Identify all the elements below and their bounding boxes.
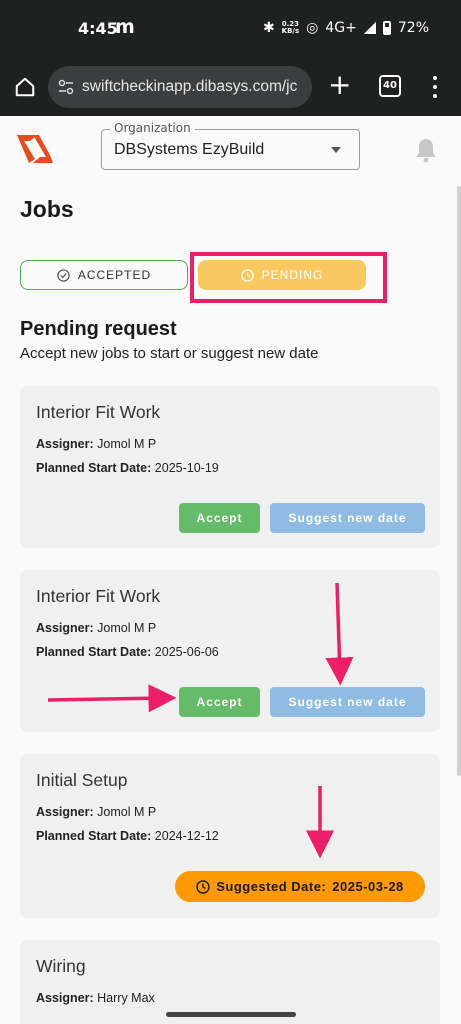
notification-app-icon: m: [115, 16, 135, 38]
scrollbar[interactable]: [457, 186, 461, 776]
url-text: swiftcheckinapp.dibasys.com/jc: [82, 78, 298, 95]
signal-icon: [363, 22, 376, 34]
suggested-date-label: Suggested Date:: [216, 879, 327, 894]
browser-toolbar: swiftcheckinapp.dibasys.com/jc + 40: [0, 58, 461, 116]
bluetooth-icon: ✱: [262, 20, 275, 36]
dropdown-arrow-icon: [331, 147, 341, 153]
home-icon[interactable]: [14, 76, 36, 98]
accept-button[interactable]: Accept: [179, 687, 260, 717]
planned-label: Planned Start Date:: [36, 829, 152, 843]
job-card: Interior Fit Work Assigner: Jomol M P Pl…: [20, 386, 440, 548]
address-bar[interactable]: swiftcheckinapp.dibasys.com/jc: [48, 66, 312, 108]
site-settings-icon[interactable]: [58, 79, 74, 95]
planned-value: 2025-10-19: [154, 461, 219, 475]
clock-icon: [196, 879, 210, 894]
suggested-date-badge: Suggested Date: 2025-03-28: [175, 871, 425, 902]
job-assigner: Assigner: Harry Max: [36, 991, 155, 1005]
network-speed: 0.23 KB/s: [282, 21, 299, 35]
planned-value: 2024-12-12: [154, 829, 219, 843]
organization-value: DBSystems EzyBuild: [114, 141, 265, 158]
suggest-date-button[interactable]: Suggest new date: [270, 503, 425, 533]
job-card: Interior Fit Work Assigner: Jomol M P Pl…: [20, 570, 440, 732]
tab-switcher-button[interactable]: 40: [379, 75, 401, 97]
gesture-bar[interactable]: [166, 1012, 296, 1017]
assigner-label: Assigner:: [36, 805, 94, 819]
planned-value: 2025-06-06: [154, 645, 219, 659]
planned-label: Planned Start Date:: [36, 461, 152, 475]
planned-label: Planned Start Date:: [36, 645, 152, 659]
job-assigner: Assigner: Jomol M P: [36, 437, 156, 451]
assigner-value: Jomol M P: [97, 805, 157, 819]
job-title: Interior Fit Work: [36, 402, 161, 422]
menu-icon[interactable]: [432, 76, 438, 98]
check-circle-icon: [57, 268, 70, 282]
assigner-value: Jomol M P: [97, 437, 157, 451]
job-assigner: Assigner: Jomol M P: [36, 805, 156, 819]
job-planned-date: Planned Start Date: 2025-10-19: [36, 461, 219, 475]
status-icons: ✱ 0.23 KB/s ◎ 4G+ 72%: [263, 20, 429, 36]
job-card: Initial Setup Assigner: Jomol M P Planne…: [20, 754, 440, 918]
app-logo: [17, 135, 53, 163]
assigner-value: Jomol M P: [97, 621, 157, 635]
battery-icon: [382, 21, 391, 35]
network-speed-unit: KB/s: [281, 27, 300, 35]
suggested-date-value: 2025-03-28: [332, 879, 404, 894]
status-time: 4:45: [78, 19, 118, 38]
assigner-label: Assigner:: [36, 991, 94, 1005]
suggest-date-button[interactable]: Suggest new date: [270, 687, 425, 717]
new-tab-icon[interactable]: +: [328, 71, 351, 99]
annotation-highlight-box: [190, 252, 387, 303]
section-title: Pending request: [20, 318, 177, 340]
job-title: Interior Fit Work: [36, 586, 161, 606]
page-title: Jobs: [20, 196, 74, 222]
assigner-value: Harry Max: [97, 991, 155, 1005]
assigner-label: Assigner:: [36, 621, 94, 635]
hotspot-icon: ◎: [306, 20, 319, 36]
accept-button[interactable]: Accept: [179, 503, 260, 533]
organization-label: Organization: [110, 121, 195, 135]
organization-select[interactable]: Organization DBSystems EzyBuild: [101, 121, 360, 170]
tab-accepted[interactable]: ACCEPTED: [20, 260, 188, 290]
job-planned-date: Planned Start Date: 2025-06-06: [36, 645, 219, 659]
job-planned-date: Planned Start Date: 2024-12-12: [36, 829, 219, 843]
assigner-label: Assigner:: [36, 437, 94, 451]
battery-percent: 72%: [397, 20, 429, 36]
notification-bell-icon[interactable]: [414, 137, 438, 163]
tab-accepted-label: ACCEPTED: [77, 268, 152, 282]
job-assigner: Assigner: Jomol M P: [36, 621, 156, 635]
section-subtitle: Accept new jobs to start or suggest new …: [20, 345, 319, 362]
job-title: Wiring: [36, 956, 86, 976]
job-title: Initial Setup: [36, 770, 128, 790]
status-bar: 4:45 m ✱ 0.23 KB/s ◎ 4G+ 72%: [0, 0, 461, 58]
network-type: 4G+: [325, 20, 357, 36]
